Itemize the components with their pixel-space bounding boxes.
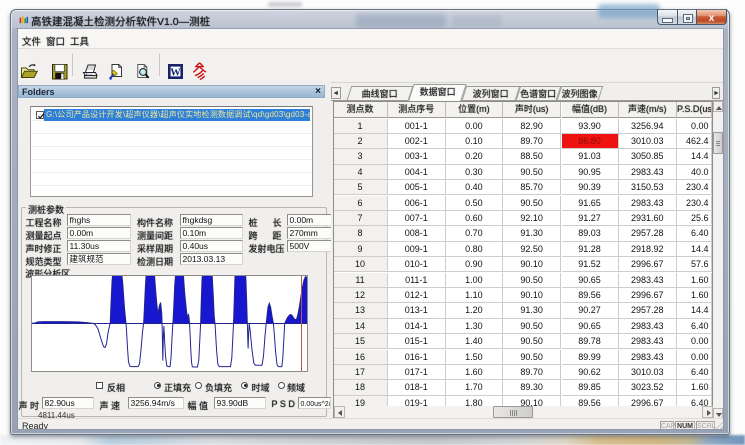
svg-text:W: W: [170, 68, 181, 79]
